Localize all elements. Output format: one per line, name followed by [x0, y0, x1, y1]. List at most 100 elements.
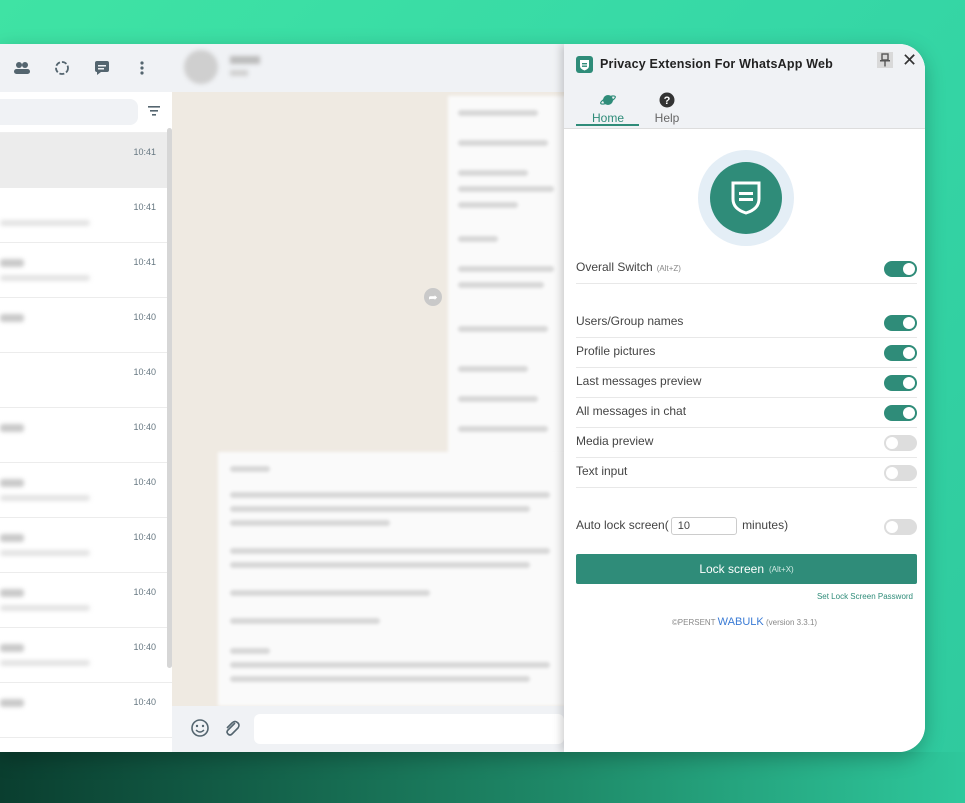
message-input[interactable] [254, 714, 564, 744]
chat-row[interactable]: 10:40 [0, 628, 172, 683]
blurred-name [0, 479, 24, 487]
lock-screen-shortcut: (Alt+X) [769, 564, 794, 574]
blurred-name [0, 644, 24, 652]
blurred-preview [0, 220, 90, 226]
forward-icon[interactable]: ➦ [424, 288, 442, 306]
chat-row[interactable]: 10:40 [0, 353, 172, 408]
blurred-name [0, 589, 24, 597]
option-row-last-messages-preview: Last messages preview [576, 367, 917, 398]
overall-switch-toggle[interactable] [884, 261, 917, 277]
whatsapp-window: 10:41 10:41 10:41 10:40 10:40 10:40 10:4… [0, 44, 925, 752]
footer-version: (version 3.3.1) [765, 618, 818, 627]
blurred-preview [0, 660, 90, 666]
chat-time: 10:40 [133, 367, 156, 377]
chat-search-input[interactable] [0, 99, 138, 125]
option-label: Users/Group names [576, 314, 684, 328]
blurred-contact-name [230, 56, 260, 64]
lock-screen-button[interactable]: Lock screen (Alt+X) [576, 554, 917, 584]
community-icon[interactable] [12, 58, 32, 78]
media-preview-toggle[interactable] [884, 435, 917, 451]
chat-row[interactable]: 10:40 [0, 298, 172, 353]
chat-row[interactable]: 10:40 [0, 408, 172, 463]
avatar[interactable] [184, 50, 218, 84]
auto-lock-minutes-input[interactable]: 10 [670, 517, 737, 535]
close-icon[interactable]: ✕ [902, 51, 917, 69]
auto-lock-row: Auto lock screen(10 minutes) [576, 511, 917, 541]
chat-time: 10:40 [133, 587, 156, 597]
home-planet-icon [600, 92, 616, 108]
chat-time: 10:40 [133, 697, 156, 707]
pin-icon[interactable] [877, 52, 893, 68]
chat-row[interactable]: 10:40 [0, 463, 172, 518]
tab-help-label: Help [654, 111, 680, 125]
overall-switch-row: Overall Switch (Alt+Z) [576, 253, 917, 284]
attach-icon[interactable] [222, 718, 242, 743]
chat-row[interactable]: 10:41 [0, 133, 172, 188]
filter-icon[interactable] [148, 103, 160, 121]
chat-row[interactable]: 10:41 [0, 188, 172, 243]
menu-icon[interactable] [132, 58, 152, 78]
overall-switch-shortcut: (Alt+Z) [656, 264, 681, 273]
option-row-users-group-names: Users/Group names [576, 307, 917, 338]
active-tab-indicator [576, 124, 639, 126]
svg-text:?: ? [664, 95, 671, 107]
blurred-preview [0, 605, 90, 611]
footer-brand-link[interactable]: WABULK [718, 616, 764, 628]
option-label: Media preview [576, 434, 654, 448]
chat-search-bar [0, 92, 172, 133]
status-icon[interactable] [52, 58, 72, 78]
emoji-icon[interactable] [190, 718, 210, 743]
extension-logo-icon [576, 56, 593, 73]
profile-pictures-toggle[interactable] [884, 345, 917, 361]
blurred-preview [0, 550, 90, 556]
option-row-all-messages-in-chat: All messages in chat [576, 397, 917, 428]
chat-row[interactable]: 10:40 [0, 518, 172, 573]
help-icon: ? [659, 92, 675, 108]
message-composer [172, 706, 564, 752]
chat-time: 10:41 [133, 147, 156, 157]
option-row-text-input: Text input [576, 457, 917, 488]
background-shade [0, 752, 965, 803]
chat-time: 10:40 [133, 477, 156, 487]
option-label: Last messages preview [576, 374, 702, 388]
blurred-preview [0, 275, 90, 281]
users-group-names-toggle[interactable] [884, 315, 917, 331]
blurred-name [0, 314, 24, 322]
chat-row[interactable]: 10:40 [0, 683, 172, 738]
chat-time: 10:40 [133, 422, 156, 432]
auto-lock-toggle[interactable] [884, 519, 917, 535]
extension-footer: ©PERSENT WABULK (version 3.3.1) [564, 616, 925, 628]
tab-home-label: Home [591, 111, 624, 125]
last-messages-preview-toggle[interactable] [884, 375, 917, 391]
set-lock-password-link[interactable]: Set Lock Screen Password [817, 592, 913, 601]
new-chat-icon[interactable] [92, 58, 112, 78]
extension-title: Privacy Extension For WhatsApp Web [600, 57, 834, 71]
blurred-name [0, 424, 24, 432]
chat-list-header [0, 44, 172, 92]
privacy-extension-panel: Privacy Extension For WhatsApp Web ✕ Hom… [564, 44, 925, 752]
shield-badge [698, 150, 794, 246]
all-messages-in-chat-toggle[interactable] [884, 405, 917, 421]
blurred-contact-status [230, 70, 248, 76]
tab-help[interactable]: ? Help [637, 92, 697, 125]
option-row-profile-pictures: Profile pictures [576, 337, 917, 368]
shield-icon [710, 162, 782, 234]
option-label: All messages in chat [576, 404, 687, 418]
footer-company: ©PERSENT [671, 618, 716, 627]
chat-row[interactable]: 10:41 [0, 243, 172, 298]
blurred-name [0, 699, 24, 707]
chat-row[interactable]: 10:40 [0, 573, 172, 628]
tab-home[interactable]: Home [578, 92, 638, 125]
overall-switch-label: Overall Switch (Alt+Z) [576, 260, 681, 274]
chat-time: 10:40 [133, 312, 156, 322]
blurred-preview [0, 495, 90, 501]
chat-time: 10:41 [133, 257, 156, 267]
conversation-header[interactable] [172, 44, 564, 92]
option-label: Profile pictures [576, 344, 656, 358]
chat-time: 10:41 [133, 202, 156, 212]
lock-screen-label: Lock screen [699, 562, 765, 576]
extension-header: Privacy Extension For WhatsApp Web ✕ Hom… [564, 44, 925, 129]
chat-list-panel: 10:41 10:41 10:41 10:40 10:40 10:40 10:4… [0, 44, 173, 752]
text-input-toggle[interactable] [884, 465, 917, 481]
chat-time: 10:40 [133, 642, 156, 652]
